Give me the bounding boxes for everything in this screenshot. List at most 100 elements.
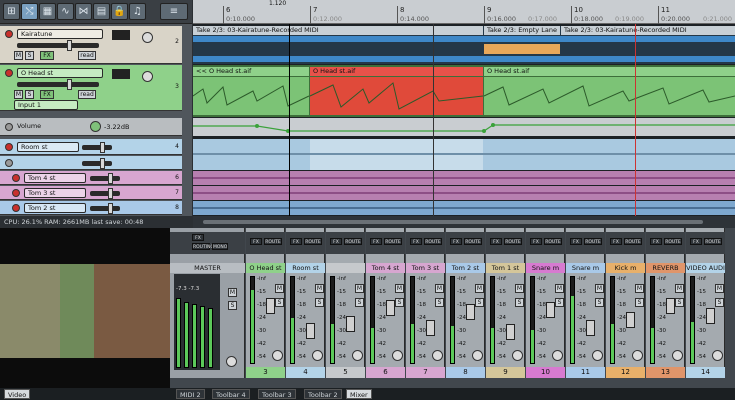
track-name[interactable]: Room st [17,142,79,152]
strip-name[interactable]: Kick m [606,263,645,273]
arrange-view[interactable]: Take 2/3: 03-Kairatune-Recorded MIDI Tak… [193,24,735,216]
mixer-panel[interactable]: FX ROUTING MONO MASTER -7.3 -7.3 M S FX R… [170,228,735,388]
routing-button[interactable]: ROUTING [192,243,214,250]
mute-button[interactable]: M [14,51,23,60]
channel-fader[interactable] [586,320,595,336]
strip-name[interactable]: REVERB [646,263,685,273]
track-o-head[interactable]: O Head st M S FX read Input 1 3 [0,65,182,111]
channel-fader[interactable] [346,316,355,332]
timeline-ruler[interactable]: 6 0:10.000 1.120 7 0:12.000 8 0:14.000 9… [193,0,735,24]
automation-mode[interactable]: read [78,51,96,60]
solo-button[interactable]: S [275,298,284,307]
master-strip[interactable]: FX ROUTING MONO MASTER -7.3 -7.3 M S [170,228,245,378]
fx-button[interactable]: FX [410,238,422,245]
mono-button[interactable]: MONO [212,243,228,250]
envelope-icon[interactable]: ∿ [57,3,74,20]
grid-icon[interactable]: ⊞ [3,3,20,20]
folder-arm-button[interactable] [5,159,13,167]
fx-button[interactable]: FX [40,51,54,60]
scroll-thumb[interactable] [203,220,703,224]
fx-button[interactable]: FX [690,238,702,245]
mute-button[interactable]: M [675,284,684,293]
mute-button[interactable]: M [635,284,644,293]
record-arm-button[interactable] [12,174,20,182]
midi-item-header[interactable]: Take 2/3: 03-Kairatune-Recorded MIDI [561,26,735,35]
mixer-strip[interactable]: FX ROUTE Tom 4 st -inf -15 -18 -24 -30 -42 -54 M S 6 [366,228,405,378]
snap-icon[interactable]: ▤ [93,3,110,20]
pan-knob[interactable] [712,350,723,361]
route-button[interactable]: ROUTE [664,238,682,245]
strip-name[interactable]: Tom 4 st [366,263,405,273]
strip-name[interactable]: Snare m [566,263,605,273]
volume-fader[interactable] [82,158,112,169]
track-room[interactable]: Room st 4 [0,139,182,155]
channel-fader[interactable] [466,304,475,320]
track-name[interactable]: Tom 4 st [24,173,86,183]
input-select[interactable]: Input 1 [14,100,78,110]
pan-knob[interactable] [432,350,443,361]
channel-fader[interactable] [706,308,715,324]
solo-button[interactable]: S [25,51,34,60]
solo-button[interactable]: S [25,90,34,99]
tom-4-lane[interactable] [193,171,735,185]
route-button[interactable]: ROUTE [424,238,442,245]
pan-knob[interactable] [352,350,363,361]
pan-knob[interactable] [512,350,523,361]
lock-icon[interactable]: 🔒 [111,3,128,20]
mixer-strip[interactable]: FX ROUTE -inf -15 -18 -24 -30 -42 -54 M S 5 [326,228,365,378]
video-window[interactable] [0,228,170,388]
track-tom-4[interactable]: Tom 4 st 6 [0,171,182,185]
room-lane[interactable] [193,139,735,170]
route-button[interactable]: ROUTE [384,238,402,245]
channel-fader[interactable] [506,324,515,340]
mute-button[interactable]: M [595,284,604,293]
fader-knob[interactable] [100,158,105,169]
mixer-strip[interactable]: FX ROUTE Room st -inf -15 -18 -24 -30 -42 -54 M S 4 [286,228,325,378]
strip-name[interactable]: O Head st [246,263,285,273]
pan-knob[interactable] [552,350,563,361]
volume-fader[interactable] [90,188,120,199]
pan-knob[interactable] [672,350,683,361]
midi-lane[interactable]: Take 2/3: 03-Kairatune-Recorded MIDI Tak… [193,26,735,64]
mixer-strip[interactable]: FX ROUTE Tom 2 st -inf -15 -18 -24 -30 -42 -54 M S 8 [446,228,485,378]
solo-button[interactable]: S [315,298,324,307]
strip-name[interactable]: Tom 3 st [406,263,445,273]
route-button[interactable]: ROUTE [704,238,722,245]
edit-cursor[interactable] [289,24,290,216]
mute-button[interactable]: M [555,284,564,293]
fx-button[interactable]: FX [450,238,462,245]
audio-item-header[interactable]: O Head st.aif [484,67,735,76]
fx-button[interactable]: FX [192,234,204,241]
strip-name[interactable]: Room st [286,263,325,273]
channel-fader[interactable] [266,298,275,314]
strip-name[interactable]: VIDEO AUDI [686,263,725,273]
tom-2-lane[interactable] [193,201,735,215]
envelope-lane[interactable] [193,118,735,136]
mute-button[interactable]: M [515,284,524,293]
channel-fader[interactable] [546,302,555,318]
envelope-curve[interactable] [193,118,735,136]
item-grouping-icon[interactable]: ▦ [39,3,56,20]
metronome-icon[interactable]: ♫ [129,3,146,20]
mixer-strip[interactable]: FX ROUTE Tom 1 st -inf -15 -18 -24 -30 -42 -54 M S 9 [486,228,525,378]
track-kairatune[interactable]: Kairatune M S FX read 2 [0,26,182,64]
solo-button[interactable]: S [355,298,364,307]
record-arm-button[interactable] [5,30,13,38]
track-name[interactable]: O Head st [17,68,103,78]
crossfade-icon[interactable]: ⋈ [75,3,92,20]
tab-midi-2[interactable]: MIDI 2 [176,389,205,399]
tab-mixer[interactable]: Mixer [346,389,372,399]
tab-toolbar-2[interactable]: Toolbar 2 [304,389,342,399]
solo-button[interactable]: S [515,298,524,307]
volume-fader[interactable] [17,79,99,90]
solo-button[interactable]: S [395,298,404,307]
mute-button[interactable]: M [435,284,444,293]
solo-button[interactable]: S [435,298,444,307]
fx-button[interactable]: FX [650,238,662,245]
track-tom-3[interactable]: Tom 3 st 7 [0,186,182,200]
track-tom-2[interactable]: Tom 2 st 8 [0,201,182,215]
solo-button[interactable]: S [675,298,684,307]
pan-knob[interactable] [592,350,603,361]
record-arm-button[interactable] [12,204,20,212]
route-button[interactable]: ROUTE [264,238,282,245]
